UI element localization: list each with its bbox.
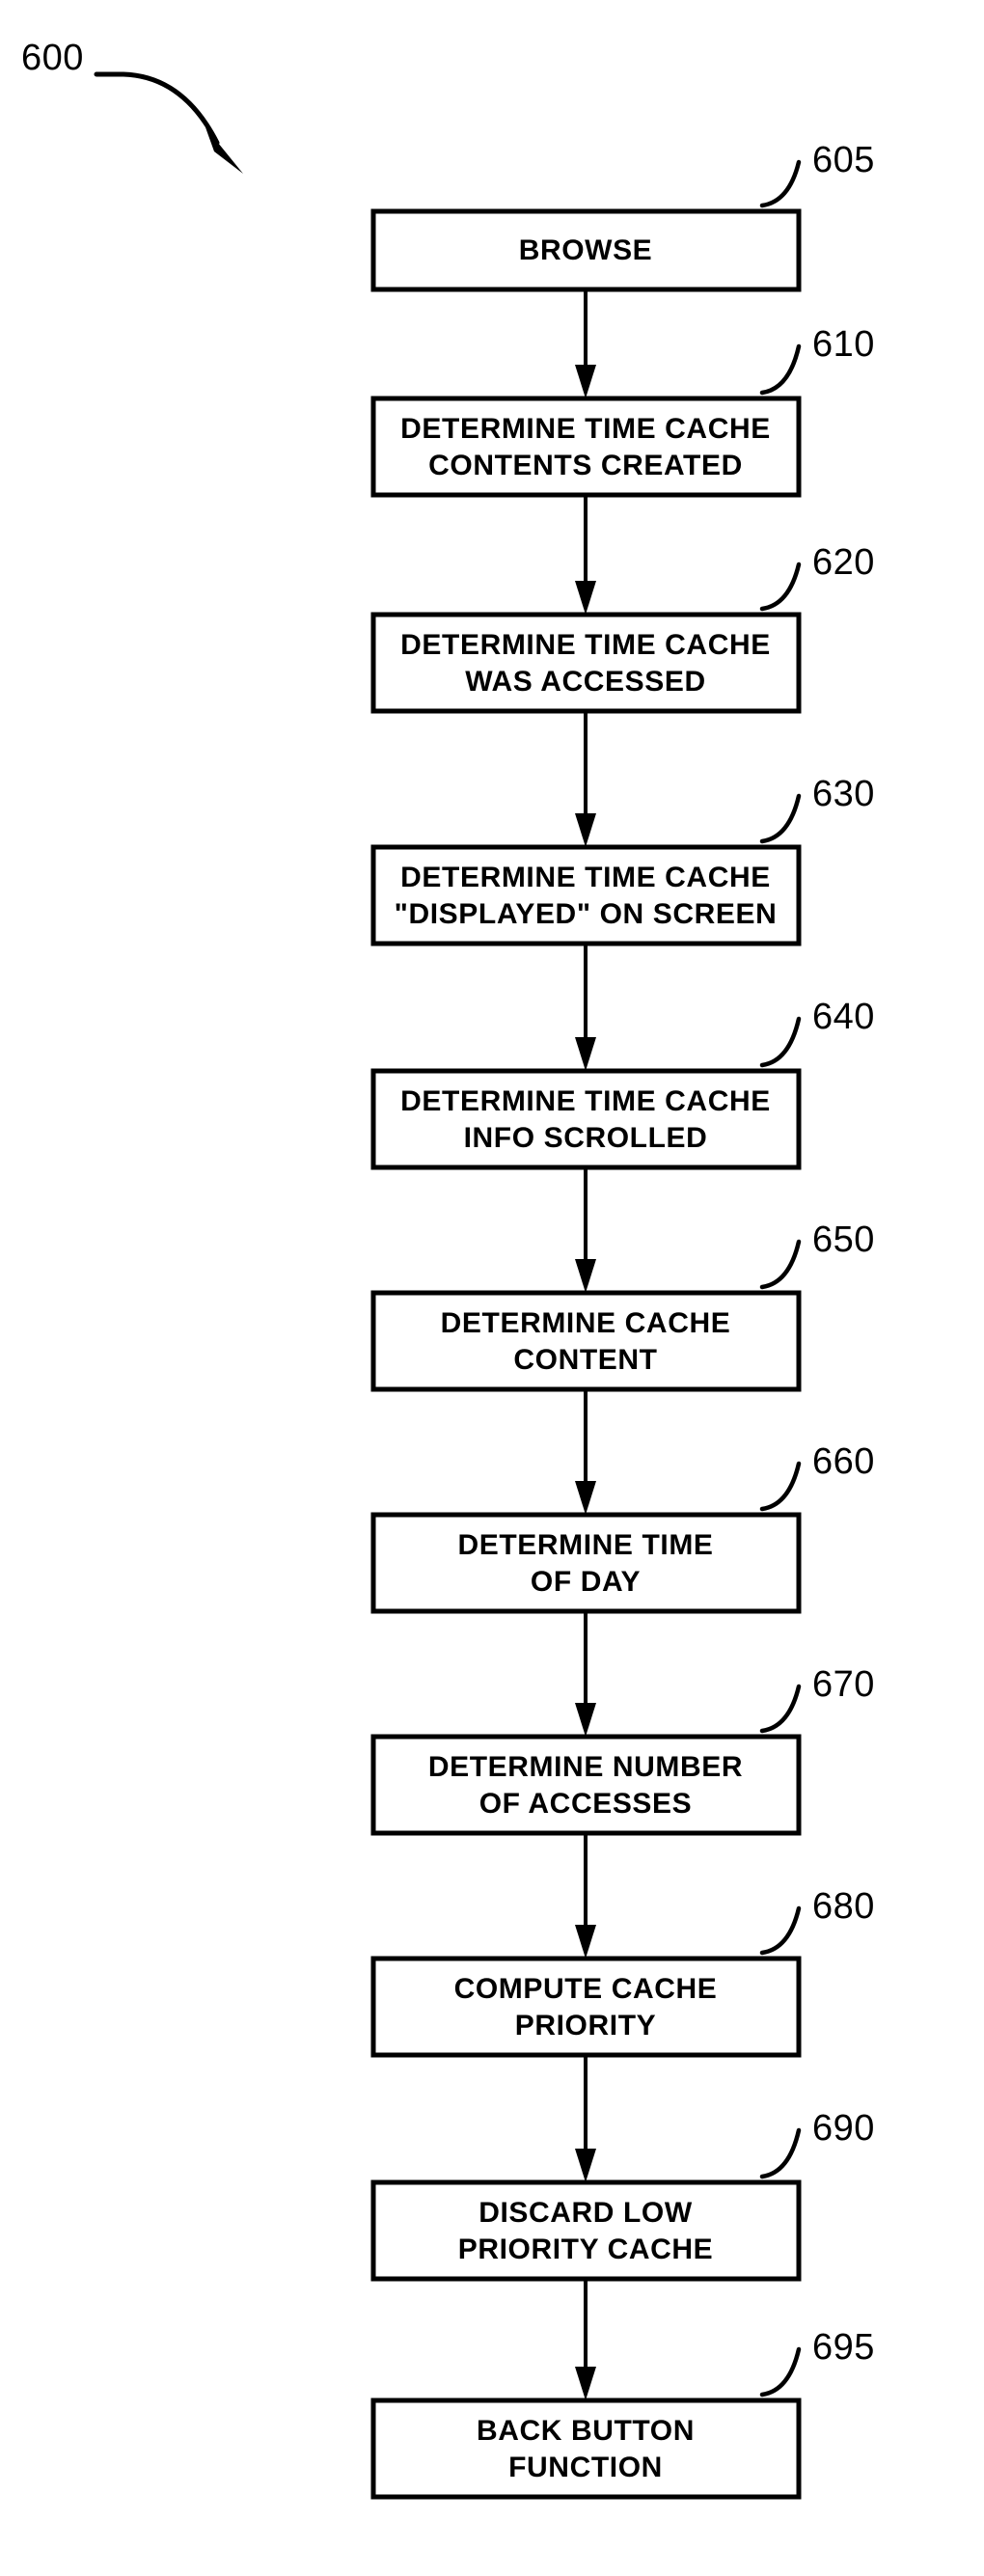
flowchart-node-660[interactable]: DETERMINE TIME OF DAY	[370, 1512, 802, 1614]
flowchart-canvas: 600 BROWSE 605 DETERMINE TIME CACHE CONT…	[21, 38, 875, 2500]
reference-number-640: 640	[812, 997, 875, 1037]
flowchart-node-640[interactable]: DETERMINE TIME CACHE INFO SCROLLED	[370, 1068, 802, 1170]
node-label-630-line1: DETERMINE TIME CACHE	[400, 862, 771, 893]
connector-640-650	[575, 1167, 596, 1293]
reference-number-650: 650	[812, 1219, 875, 1260]
flowchart-node-620[interactable]: DETERMINE TIME CACHE WAS ACCESSED	[370, 612, 802, 714]
node-label-640-line1: DETERMINE TIME CACHE	[400, 1085, 771, 1117]
node-label-690-line2: PRIORITY CACHE	[458, 2233, 714, 2265]
connector-670-680	[575, 1833, 596, 1959]
node-label-650-line1: DETERMINE CACHE	[441, 1307, 731, 1339]
flowchart-node-610[interactable]: DETERMINE TIME CACHE CONTENTS CREATED	[370, 396, 802, 498]
connector-680-690	[575, 2055, 596, 2182]
reference-number-670: 670	[812, 1664, 875, 1705]
node-label-670-line2: OF ACCESSES	[479, 1788, 693, 1820]
reference-number-660: 660	[812, 1441, 875, 1482]
reference-number-680: 680	[812, 1886, 875, 1927]
reference-number-605: 605	[812, 140, 875, 180]
connector-610-620	[575, 495, 596, 615]
node-label-620-line1: DETERMINE TIME CACHE	[400, 629, 771, 661]
reference-number-630: 630	[812, 774, 875, 814]
node-label-660-line1: DETERMINE TIME	[457, 1529, 713, 1561]
node-label-680-line1: COMPUTE CACHE	[454, 1973, 718, 2005]
connector-660-670	[575, 1611, 596, 1737]
node-label-620-line2: WAS ACCESSED	[465, 666, 705, 698]
node-label-605-line1: BROWSE	[519, 234, 653, 266]
node-label-695-line1: BACK BUTTON	[477, 2415, 695, 2447]
flowchart-node-690[interactable]: DISCARD LOW PRIORITY CACHE	[370, 2179, 802, 2282]
figure-leader-line	[94, 71, 220, 146]
reference-number-610: 610	[812, 324, 875, 365]
flowchart-node-650[interactable]: DETERMINE CACHE CONTENT	[370, 1290, 802, 1392]
leader-hook-650	[759, 1239, 802, 1290]
leader-hook-670	[759, 1684, 802, 1734]
flowchart-node-680[interactable]: COMPUTE CACHE PRIORITY	[370, 1956, 802, 2058]
flowchart-node-695[interactable]: BACK BUTTON FUNCTION	[370, 2398, 802, 2500]
leader-hook-695	[759, 2346, 802, 2398]
node-label-680-line2: PRIORITY	[515, 2010, 656, 2042]
reference-number-690: 690	[812, 2108, 875, 2149]
leader-hook-620	[759, 562, 802, 612]
node-label-640-line2: INFO SCROLLED	[464, 1122, 708, 1154]
reference-number-695: 695	[812, 2327, 875, 2368]
patent-figure-600: 600 BROWSE 605 DETERMINE TIME CACHE CONT…	[0, 0, 984, 2576]
node-label-650-line2: CONTENT	[513, 1344, 657, 1376]
reference-number-620: 620	[812, 542, 875, 583]
node-label-630-line2: "DISPLAYED" ON SCREEN	[395, 898, 778, 930]
node-label-670-line1: DETERMINE NUMBER	[428, 1751, 743, 1783]
leader-hook-610	[759, 343, 802, 396]
connector-630-640	[575, 944, 596, 1071]
node-label-660-line2: OF DAY	[531, 1566, 641, 1598]
figure-number-label: 600	[21, 38, 84, 78]
leader-hook-605	[759, 159, 802, 208]
node-label-610-line2: CONTENTS CREATED	[428, 450, 743, 481]
leader-hook-630	[759, 793, 802, 844]
leader-hook-690	[759, 2127, 802, 2179]
flowchart-node-630[interactable]: DETERMINE TIME CACHE "DISPLAYED" ON SCRE…	[370, 844, 802, 946]
leader-hook-660	[759, 1461, 802, 1512]
leader-hook-640	[759, 1016, 802, 1068]
connector-650-660	[575, 1389, 596, 1515]
connector-690-695	[575, 2279, 596, 2400]
flowchart-node-670[interactable]: DETERMINE NUMBER OF ACCESSES	[370, 1734, 802, 1836]
node-label-610-line1: DETERMINE TIME CACHE	[400, 413, 771, 445]
node-label-695-line2: FUNCTION	[508, 2452, 663, 2483]
node-label-690-line1: DISCARD LOW	[478, 2197, 693, 2229]
leader-hook-680	[759, 1905, 802, 1956]
connector-605-610	[575, 289, 596, 398]
connector-620-630	[575, 711, 596, 847]
flowchart-node-605[interactable]: BROWSE	[370, 208, 802, 292]
